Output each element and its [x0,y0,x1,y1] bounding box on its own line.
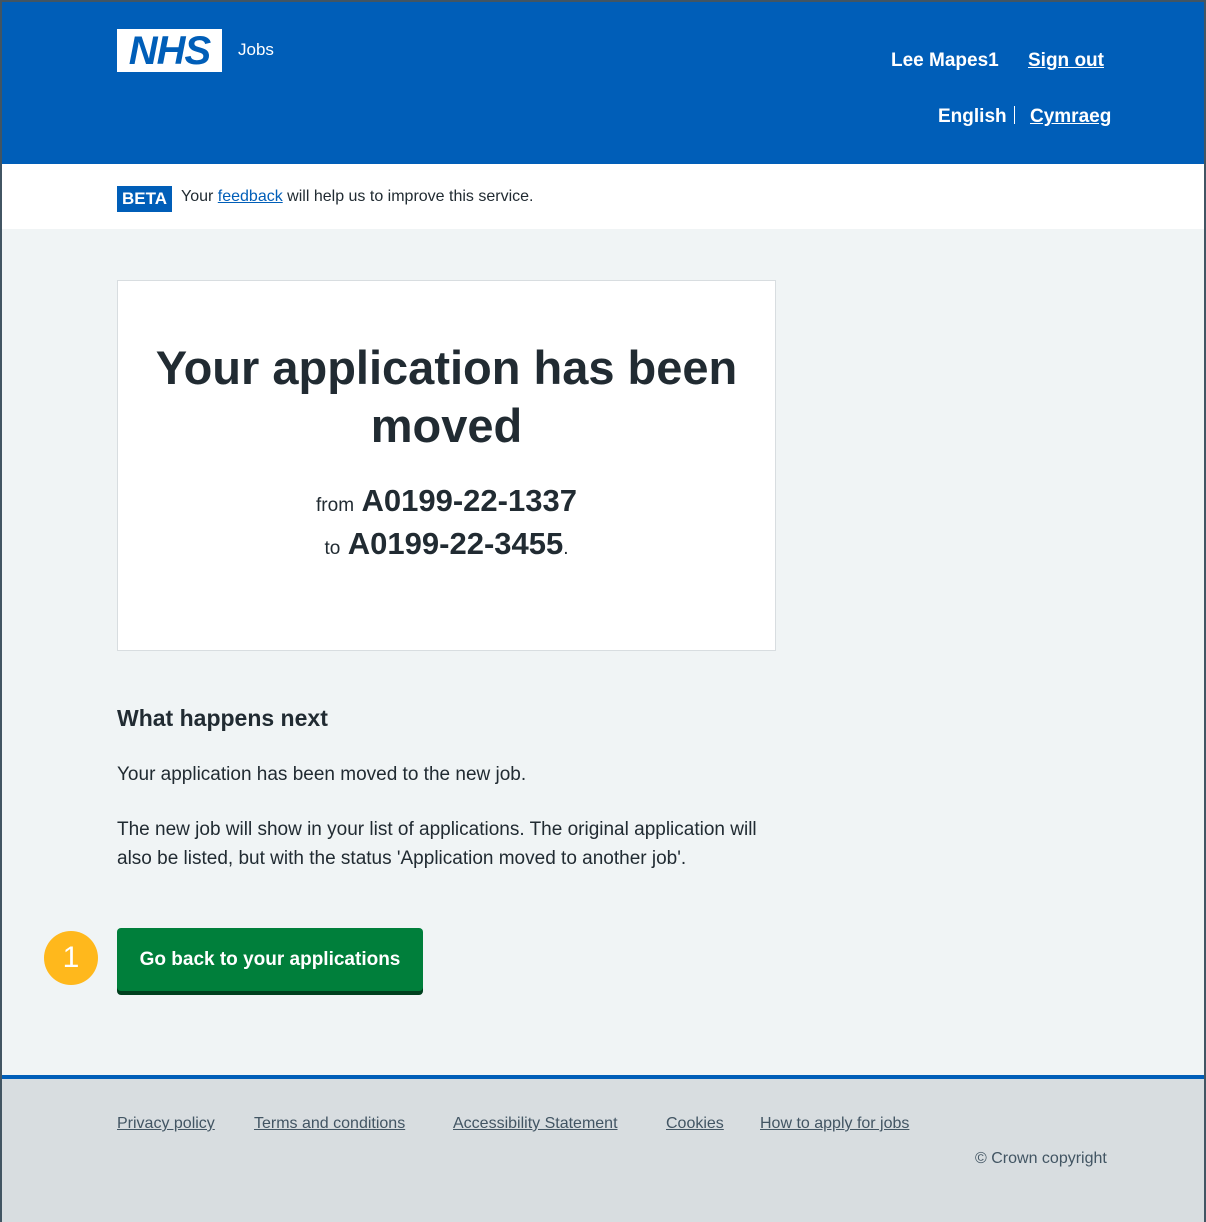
from-reference-line: from A0199-22-1337 [118,483,775,519]
site-header [0,0,1206,164]
nhs-logo[interactable]: NHS [117,29,222,72]
footer-link-how-to-apply[interactable]: How to apply for jobs [760,1115,909,1133]
go-back-to-applications-button[interactable]: Go back to your applications [117,928,423,991]
language-current: English [938,106,1007,127]
language-divider [1014,106,1015,124]
sign-out-link[interactable]: Sign out [1028,50,1104,72]
next-paragraph-1: Your application has been moved to the n… [117,764,527,785]
feedback-link[interactable]: feedback [218,188,283,205]
to-label: to [324,538,341,559]
from-reference: A0199-22-1337 [361,483,577,518]
beta-text-after: will help us to improve this service. [287,188,534,205]
footer-link-privacy[interactable]: Privacy policy [117,1115,215,1133]
user-name: Lee Mapes1 [891,50,999,71]
beta-message: Your feedback will help us to improve th… [181,188,533,206]
footer-link-terms[interactable]: Terms and conditions [254,1115,405,1133]
footer-link-accessibility[interactable]: Accessibility Statement [453,1115,618,1133]
from-label: from [316,495,355,516]
next-paragraph-2: The new job will show in your list of ap… [117,819,757,869]
language-cymraeg-link[interactable]: Cymraeg [1030,106,1111,128]
service-name[interactable]: Jobs [238,40,274,60]
what-happens-next-heading: What happens next [117,705,328,731]
end-punctuation: . [563,538,569,559]
crown-copyright: © Crown copyright [975,1150,1107,1167]
beta-text-before: Your [181,188,214,205]
to-reference: A0199-22-3455 [347,526,564,561]
beta-tag: BETA [117,186,173,212]
to-reference-line: to A0199-22-3455. [118,526,775,562]
site-footer [0,1075,1206,1222]
confirmation-panel: Your application has been moved from A01… [117,280,776,651]
confirmation-title: Your application has been moved [155,341,738,452]
nhs-logo-text: NHS [128,28,211,73]
step-marker: 1 [44,931,98,985]
footer-link-cookies[interactable]: Cookies [666,1115,724,1133]
